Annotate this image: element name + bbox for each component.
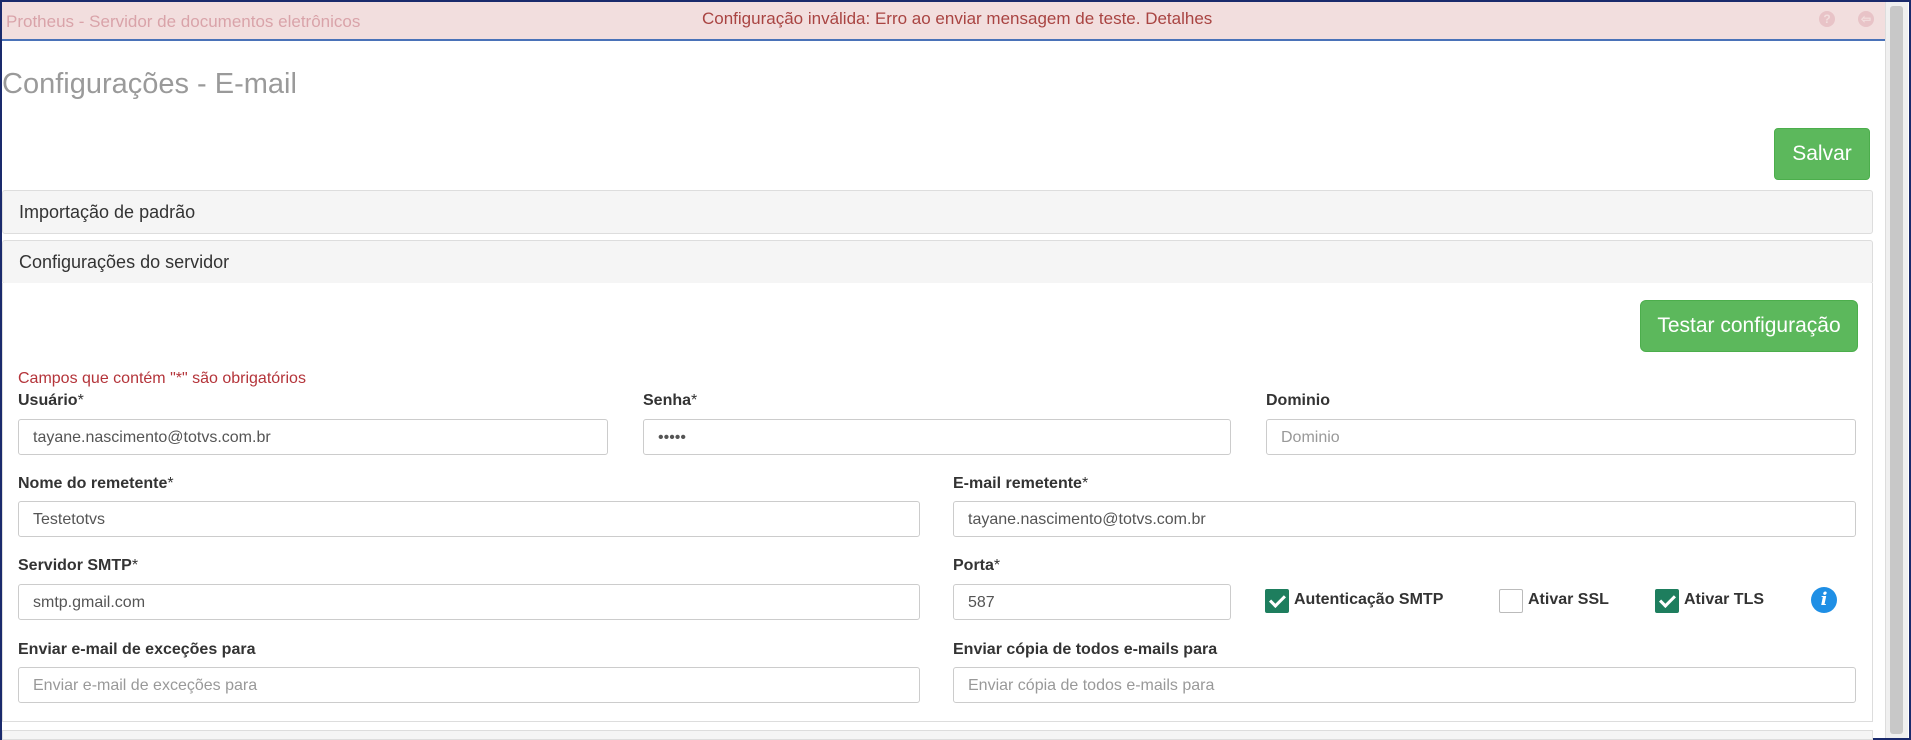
- ssl-label[interactable]: Ativar SSL: [1528, 591, 1609, 609]
- tls-label[interactable]: Ativar TLS: [1684, 591, 1764, 609]
- nome-remetente-input[interactable]: Testetotvs: [18, 501, 920, 537]
- next-panel-header[interactable]: [2, 730, 1873, 740]
- nome-remetente-label: Nome do remetente*: [18, 475, 174, 492]
- alert-details-link[interactable]: Detalhes: [1145, 9, 1212, 28]
- panel-import-title: Importação de padrão: [19, 202, 196, 222]
- usuario-input[interactable]: tayane.nascimento@totvs.com.br: [18, 419, 608, 455]
- required-fields-note: Campos que contém "*" são obrigatórios: [18, 370, 306, 387]
- test-config-button[interactable]: Testar configuração: [1640, 300, 1858, 352]
- save-button[interactable]: Salvar: [1774, 128, 1870, 180]
- vertical-scrollbar[interactable]: [1885, 2, 1908, 738]
- senha-label: Senha*: [643, 392, 698, 409]
- exit-icon[interactable]: ⇦: [1858, 11, 1874, 27]
- email-remetente-input[interactable]: tayane.nascimento@totvs.com.br: [953, 501, 1856, 537]
- email-remetente-label: E-mail remetente*: [953, 475, 1089, 492]
- alert-message: Configuração inválida: Erro ao enviar me…: [702, 9, 1212, 29]
- tls-checkbox[interactable]: [1655, 589, 1679, 613]
- scrollbar-thumb[interactable]: [1890, 6, 1903, 734]
- auth-smtp-checkbox[interactable]: [1265, 589, 1289, 613]
- servidor-smtp-input[interactable]: smtp.gmail.com: [18, 584, 920, 620]
- dominio-label: Dominio: [1266, 392, 1330, 409]
- senha-input[interactable]: •••••: [643, 419, 1231, 455]
- porta-input[interactable]: 587: [953, 584, 1231, 620]
- enviar-excecoes-input[interactable]: Enviar e-mail de exceções para: [18, 667, 920, 703]
- enviar-copia-input[interactable]: Enviar cópia de todos e-mails para: [953, 667, 1856, 703]
- alert-text: Configuração inválida: Erro ao enviar me…: [702, 9, 1141, 28]
- panel-server-title: Configurações do servidor: [19, 252, 230, 272]
- page-title: Configurações - E-mail: [2, 68, 297, 100]
- error-alert: Protheus - Servidor de documentos eletrô…: [2, 2, 1885, 41]
- help-icon[interactable]: ?: [1819, 11, 1835, 27]
- panel-import-header[interactable]: Importação de padrão: [2, 190, 1873, 234]
- usuario-label: Usuário*: [18, 392, 84, 409]
- info-icon[interactable]: i: [1811, 587, 1837, 613]
- servidor-smtp-label: Servidor SMTP*: [18, 557, 139, 574]
- ssl-checkbox[interactable]: [1499, 589, 1523, 613]
- auth-smtp-label[interactable]: Autenticação SMTP: [1294, 591, 1443, 609]
- dominio-input[interactable]: Dominio: [1266, 419, 1856, 455]
- window-title: Protheus - Servidor de documentos eletrô…: [6, 12, 361, 31]
- enviar-copia-label: Enviar cópia de todos e-mails para: [953, 641, 1218, 658]
- porta-label: Porta*: [953, 557, 1001, 574]
- enviar-excecoes-label: Enviar e-mail de exceções para: [18, 641, 256, 658]
- panel-server-header[interactable]: Configurações do servidor: [2, 240, 1873, 284]
